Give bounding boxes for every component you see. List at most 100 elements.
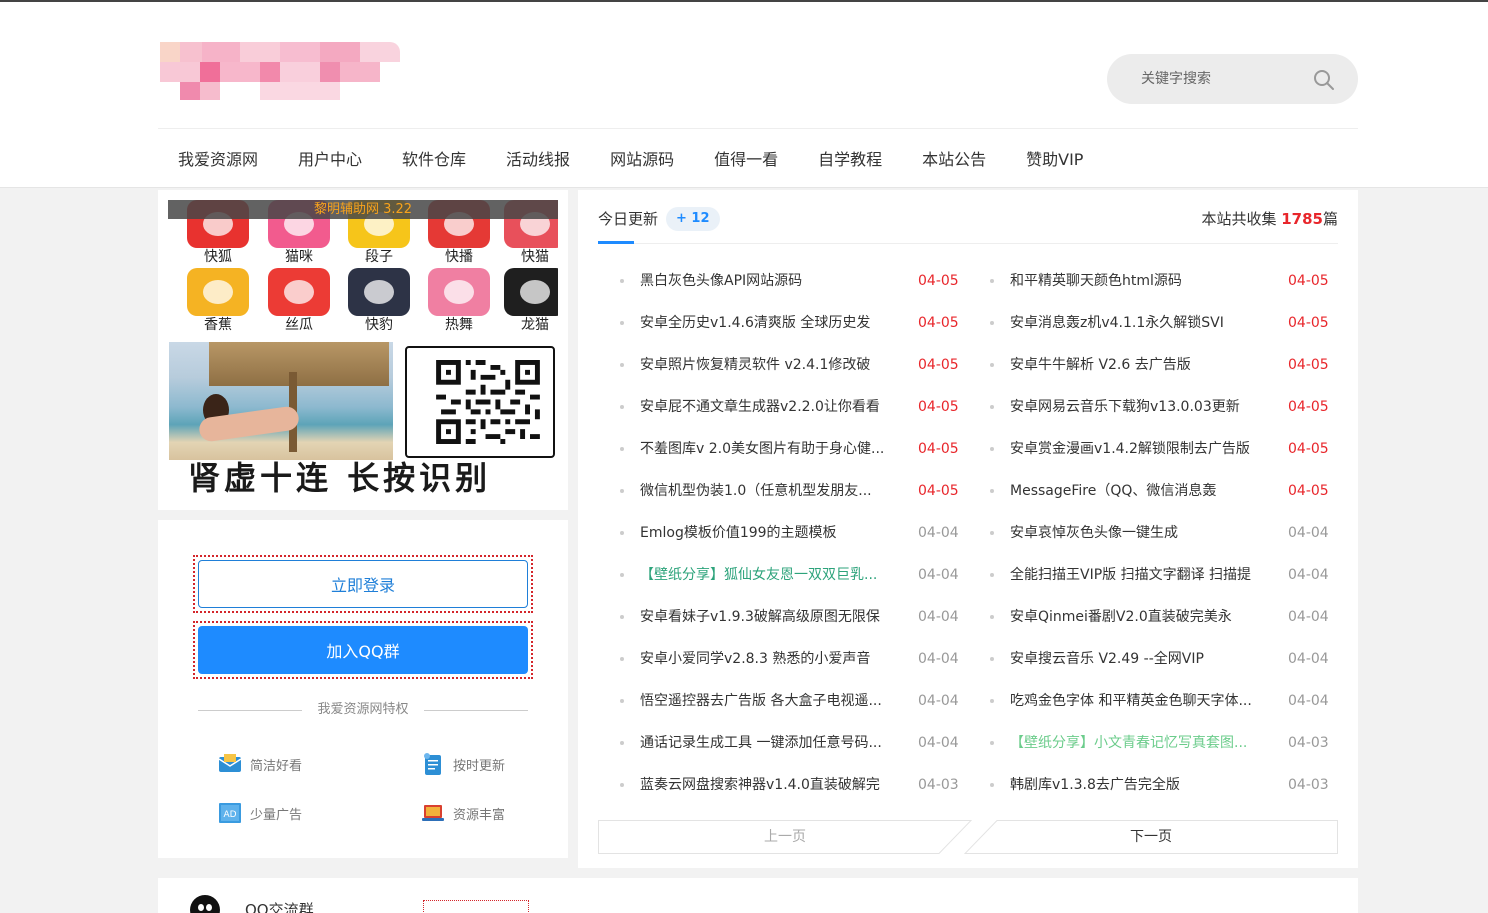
update-title-link[interactable]: 安卓看妹子v1.9.3破解高级原图无限保	[640, 606, 898, 628]
prev-page-button[interactable]: 上一页	[598, 820, 972, 854]
update-title-link[interactable]: 安卓屁不通文章生成器v2.2.0让你看看	[640, 396, 898, 418]
bullet-dot	[990, 405, 994, 409]
nav-item-vip[interactable]: 赞助VIP	[1006, 132, 1103, 188]
update-list-item[interactable]: 蓝奏云网盘搜索神器v1.4.0直装破解完 04-03	[598, 764, 968, 806]
ad-photo[interactable]	[169, 342, 393, 460]
bullet-dot	[990, 321, 994, 325]
ad-banner[interactable]: 黎明辅助网 3.22 快狐 猫咪 段子 快播 快猫 香蕉 丝瓜 快豹 热舞 龙猫 肾虚十连 长按识…	[168, 198, 558, 498]
ad-app-tile[interactable]: 热舞	[427, 268, 491, 333]
update-title-link[interactable]: 安卓赏金漫画v1.4.2解锁限制去广告版	[1010, 438, 1268, 460]
nav-item-source-code[interactable]: 网站源码	[590, 132, 694, 188]
feature-few-ads: AD 少量广告	[218, 801, 302, 825]
bullet-dot	[990, 279, 994, 283]
update-title-link[interactable]: 安卓小爱同学v2.8.3 熟悉的小爱声音	[640, 648, 898, 670]
bullet-dot	[990, 489, 994, 493]
update-title-link[interactable]: 【壁纸分享】狐仙女友恩一双双巨乳...	[640, 564, 898, 586]
nav-item-software[interactable]: 软件仓库	[382, 132, 486, 188]
update-title-link[interactable]: 悟空遥控器去广告版 各大盒子电视遥...	[640, 690, 898, 712]
update-title-link[interactable]: 安卓网易云音乐下载狗v13.0.03更新	[1010, 396, 1268, 418]
update-title-link[interactable]: 蓝奏云网盘搜索神器v1.4.0直装破解完	[640, 774, 898, 796]
update-title-link[interactable]: MessageFire（QQ、微信消息轰	[1010, 480, 1268, 502]
update-list-item[interactable]: 和平精英聊天颜色html源码 04-05	[968, 260, 1338, 302]
join-qq-group-button[interactable]: 加入QQ群	[198, 626, 528, 674]
app-label: 香蕉	[204, 317, 232, 333]
update-title-link[interactable]: 微信机型伪装1.0（任意机型发朋友...	[640, 480, 898, 502]
bullet-dot	[620, 405, 624, 409]
nav-item-tutorials[interactable]: 自学教程	[798, 132, 902, 188]
update-list-item[interactable]: 【壁纸分享】狐仙女友恩一双双巨乳... 04-04	[598, 554, 968, 596]
update-title-link[interactable]: 安卓消息轰z机v4.1.1永久解锁SVI	[1010, 312, 1268, 334]
search-input[interactable]	[1141, 68, 1301, 90]
update-list-item[interactable]: 安卓全历史v1.4.6清爽版 全球历史发 04-05	[598, 302, 968, 344]
ad-app-tile[interactable]: 快豹	[347, 268, 411, 333]
update-list-item[interactable]: 安卓Qinmei番剧V2.0直装破完美永 04-04	[968, 596, 1338, 638]
bullet-dot	[990, 615, 994, 619]
update-title-link[interactable]: 安卓哀悼灰色头像一键生成	[1010, 522, 1268, 544]
update-title-link[interactable]: 不羞图库v 2.0美女图片有助于身心健...	[640, 438, 898, 460]
nav-item-activities[interactable]: 活动线报	[486, 132, 590, 188]
privilege-divider: 我爱资源网特权	[198, 700, 528, 720]
update-list-item[interactable]: 安卓看妹子v1.9.3破解高级原图无限保 04-04	[598, 596, 968, 638]
update-title-link[interactable]: 安卓Qinmei番剧V2.0直装破完美永	[1010, 606, 1268, 628]
site-logo[interactable]	[160, 42, 402, 100]
update-title-link[interactable]: 吃鸡金色字体 和平精英金色聊天字体...	[1010, 690, 1268, 712]
login-button[interactable]: 立即登录	[198, 560, 528, 608]
update-date: 04-03	[1288, 735, 1329, 751]
update-title-link[interactable]: 安卓照片恢复精灵软件 v2.4.1修改破	[640, 354, 898, 376]
update-list-item[interactable]: 安卓网易云音乐下载狗v13.0.03更新 04-05	[968, 386, 1338, 428]
total-count: 本站共收集 1785篇	[1201, 210, 1338, 228]
update-list-item[interactable]: 安卓屁不通文章生成器v2.2.0让你看看 04-05	[598, 386, 968, 428]
update-list-item[interactable]: 安卓哀悼灰色头像一键生成 04-04	[968, 512, 1338, 554]
update-title-link[interactable]: 黑白灰色头像API网站源码	[640, 270, 898, 292]
update-date: 04-05	[1288, 441, 1329, 457]
ad-app-tile[interactable]: 香蕉	[186, 268, 250, 333]
update-list-item[interactable]: 安卓消息轰z机v4.1.1永久解锁SVI 04-05	[968, 302, 1338, 344]
update-title-link[interactable]: 韩剧库v1.3.8去广告完全版	[1010, 774, 1268, 796]
update-list-item[interactable]: Emlog模板价值199的主题模板 04-04	[598, 512, 968, 554]
main-nav: 我爱资源网 用户中心 软件仓库 活动线报 网站源码 值得一看 自学教程 本站公告…	[158, 132, 1103, 188]
bullet-dot	[620, 573, 624, 577]
update-list-item[interactable]: 悟空遥控器去广告版 各大盒子电视遥... 04-04	[598, 680, 968, 722]
search-icon[interactable]	[1313, 69, 1335, 91]
bullet-dot	[620, 657, 624, 661]
nav-item-announcements[interactable]: 本站公告	[902, 132, 1006, 188]
nav-item-worth-seeing[interactable]: 值得一看	[694, 132, 798, 188]
update-title-link[interactable]: 安卓全历史v1.4.6清爽版 全球历史发	[640, 312, 898, 334]
update-title-link[interactable]: 全能扫描王VIP版 扫描文字翻译 扫描提	[1010, 564, 1268, 586]
bullet-dot	[620, 783, 624, 787]
update-list-item[interactable]: 通话记录生成工具 一键添加任意号码... 04-04	[598, 722, 968, 764]
update-title-link[interactable]: 和平精英聊天颜色html源码	[1010, 270, 1268, 292]
update-title-link[interactable]: Emlog模板价值199的主题模板	[640, 522, 898, 544]
search-box	[1107, 54, 1358, 104]
bullet-dot	[620, 699, 624, 703]
update-list-item[interactable]: 安卓搜云音乐 V2.49 --全网VIP 04-04	[968, 638, 1338, 680]
nav-item-home[interactable]: 我爱资源网	[158, 132, 278, 188]
ad-app-tile[interactable]: 丝瓜	[267, 268, 331, 333]
update-title-link[interactable]: 安卓牛牛解析 V2.6 去广告版	[1010, 354, 1268, 376]
bullet-dot	[990, 363, 994, 367]
feature-timely-update: 按时更新	[421, 752, 505, 776]
update-list-item[interactable]: 安卓照片恢复精灵软件 v2.4.1修改破 04-05	[598, 344, 968, 386]
update-title-link[interactable]: 安卓搜云音乐 V2.49 --全网VIP	[1010, 648, 1268, 670]
ad-app-tile[interactable]: 龙猫	[503, 268, 558, 333]
update-list-item[interactable]: 微信机型伪装1.0（任意机型发朋友... 04-05	[598, 470, 968, 512]
update-list-item[interactable]: 韩剧库v1.3.8去广告完全版 04-03	[968, 764, 1338, 806]
update-list-item[interactable]: 吃鸡金色字体 和平精英金色聊天字体... 04-04	[968, 680, 1338, 722]
update-date: 04-04	[918, 609, 959, 625]
qr-code[interactable]	[401, 340, 558, 464]
update-list-item[interactable]: 全能扫描王VIP版 扫描文字翻译 扫描提 04-04	[968, 554, 1338, 596]
nav-item-user-center[interactable]: 用户中心	[278, 132, 382, 188]
update-title-link[interactable]: 【壁纸分享】小文青春记忆写真套图...	[1010, 732, 1268, 754]
update-list-item[interactable]: 不羞图库v 2.0美女图片有助于身心健... 04-05	[598, 428, 968, 470]
update-list-item[interactable]: 安卓牛牛解析 V2.6 去广告版 04-05	[968, 344, 1338, 386]
update-date: 04-04	[918, 651, 959, 667]
update-list-item[interactable]: 【壁纸分享】小文青春记忆写真套图... 04-03	[968, 722, 1338, 764]
update-list-item[interactable]: MessageFire（QQ、微信消息轰 04-05	[968, 470, 1338, 512]
tab-today-updates[interactable]: 今日更新	[598, 208, 658, 229]
update-list-item[interactable]: 安卓小爱同学v2.8.3 熟悉的小爱声音 04-04	[598, 638, 968, 680]
next-page-button[interactable]: 下一页	[964, 820, 1338, 854]
update-title-link[interactable]: 通话记录生成工具 一键添加任意号码...	[640, 732, 898, 754]
bullet-dot	[620, 279, 624, 283]
update-list-item[interactable]: 安卓赏金漫画v1.4.2解锁限制去广告版 04-05	[968, 428, 1338, 470]
update-list-item[interactable]: 黑白灰色头像API网站源码 04-05	[598, 260, 968, 302]
